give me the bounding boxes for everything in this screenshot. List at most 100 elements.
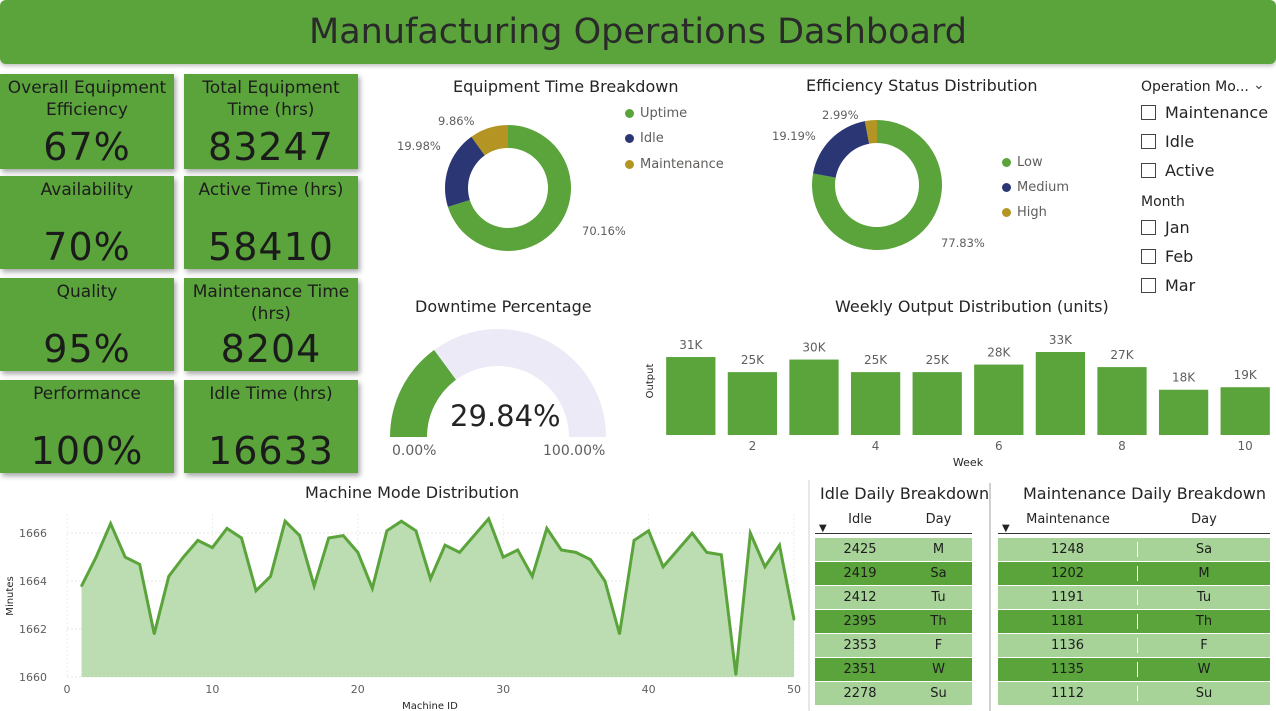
data-point[interactable]: [182, 555, 185, 559]
table-row[interactable]: 2395 Th: [815, 610, 972, 634]
data-point[interactable]: [749, 531, 752, 535]
data-point[interactable]: [676, 548, 679, 552]
data-point[interactable]: [254, 589, 258, 592]
data-point[interactable]: [502, 555, 505, 559]
data-point[interactable]: [574, 551, 578, 554]
data-point[interactable]: [356, 551, 359, 554]
data-point[interactable]: [647, 529, 650, 532]
donut-slice-idle[interactable]: [445, 136, 485, 207]
slicer-option-active[interactable]: Active: [1141, 161, 1215, 180]
checkbox[interactable]: [1141, 105, 1156, 120]
data-point[interactable]: [283, 519, 287, 523]
legend-low[interactable]: Low: [1002, 155, 1043, 170]
table-row[interactable]: 1202 M: [998, 562, 1270, 586]
checkbox[interactable]: [1141, 278, 1156, 293]
data-point[interactable]: [414, 529, 418, 532]
data-point[interactable]: [211, 546, 214, 549]
data-point[interactable]: [269, 575, 272, 578]
bar-week-2[interactable]: [727, 372, 778, 435]
data-point[interactable]: [589, 558, 592, 561]
slicer-option-maintenance[interactable]: Maintenance: [1141, 103, 1268, 122]
chevron-down-icon[interactable]: ⌄: [1253, 77, 1265, 93]
bar-week-4[interactable]: [850, 372, 901, 435]
data-point[interactable]: [400, 519, 403, 523]
bar-week-8[interactable]: [1097, 367, 1147, 435]
bar-week-9[interactable]: [1158, 389, 1209, 435]
data-point[interactable]: [94, 555, 98, 559]
data-point[interactable]: [123, 555, 127, 559]
table-row[interactable]: 1112 Su: [998, 682, 1270, 706]
data-point[interactable]: [720, 553, 723, 556]
checkbox[interactable]: [1141, 134, 1156, 149]
column-header-day[interactable]: Day: [905, 512, 972, 527]
data-point[interactable]: [429, 577, 432, 580]
data-point[interactable]: [560, 548, 563, 552]
data-point[interactable]: [385, 529, 389, 532]
table-row[interactable]: 2351 W: [815, 658, 972, 682]
slicer-option-feb[interactable]: Feb: [1141, 247, 1193, 266]
slicer-option-idle[interactable]: Idle: [1141, 132, 1194, 151]
data-point[interactable]: [109, 522, 112, 525]
slicer-option-mar[interactable]: Mar: [1141, 276, 1195, 295]
data-point[interactable]: [327, 536, 330, 540]
data-point[interactable]: [618, 632, 621, 636]
data-point[interactable]: [531, 575, 534, 578]
data-point[interactable]: [225, 527, 229, 530]
table-row[interactable]: 2412 Tu: [815, 586, 972, 610]
legend-high[interactable]: High: [1002, 205, 1047, 220]
data-point[interactable]: [443, 543, 447, 547]
data-point[interactable]: [472, 534, 476, 537]
data-point[interactable]: [792, 618, 796, 621]
data-point[interactable]: [778, 543, 781, 547]
efficiency-status-donut[interactable]: [797, 107, 957, 267]
machine-mode-chart[interactable]: 1660 1662 1664 1666 0 10 20 30 40 50 Machine ID Min…: [0, 505, 805, 711]
data-point[interactable]: [80, 584, 83, 588]
data-point[interactable]: [603, 579, 607, 583]
data-point[interactable]: [298, 534, 301, 537]
bar-week-10[interactable]: [1220, 387, 1270, 435]
bar-week-7[interactable]: [1035, 352, 1086, 435]
data-point[interactable]: [196, 539, 200, 542]
table-row[interactable]: 1191 Tu: [998, 586, 1270, 610]
checkbox[interactable]: [1141, 249, 1156, 264]
data-point[interactable]: [487, 517, 490, 520]
data-point[interactable]: [516, 548, 519, 552]
column-header-maintenance[interactable]: Maintenance: [998, 512, 1138, 527]
table-row[interactable]: 2278 Su: [815, 682, 972, 706]
donut-slice-medium[interactable]: [813, 121, 870, 178]
data-point[interactable]: [153, 632, 156, 636]
data-point[interactable]: [632, 539, 636, 542]
legend-uptime[interactable]: Uptime: [625, 106, 687, 121]
bar-week-3[interactable]: [789, 359, 839, 435]
table-row[interactable]: 1248 Sa: [998, 538, 1270, 562]
data-point[interactable]: [371, 587, 374, 590]
sort-down-icon[interactable]: ▼: [819, 523, 827, 534]
data-point[interactable]: [138, 563, 141, 566]
legend-medium[interactable]: Medium: [1002, 180, 1069, 195]
data-point[interactable]: [545, 527, 549, 530]
data-point[interactable]: [734, 673, 738, 676]
data-point[interactable]: [342, 534, 345, 537]
checkbox[interactable]: [1141, 220, 1156, 235]
data-point[interactable]: [763, 565, 767, 568]
data-point[interactable]: [167, 575, 170, 578]
weekly-output-chart[interactable]: 31K 25K 30K 25K 25K 28K 33K 27K 18K 19K 2 4 6 8 10 Week…: [640, 325, 1276, 470]
sort-down-icon[interactable]: ▼: [1002, 523, 1010, 534]
data-point[interactable]: [661, 565, 665, 568]
slicer-option-jan[interactable]: Jan: [1141, 218, 1190, 237]
data-point[interactable]: [240, 536, 243, 540]
column-header-idle[interactable]: Idle: [815, 512, 905, 527]
legend-idle[interactable]: Idle: [625, 131, 664, 146]
data-point[interactable]: [705, 551, 708, 554]
data-point[interactable]: [312, 584, 316, 588]
table-row[interactable]: 2419 Sa: [815, 562, 972, 586]
data-point[interactable]: [458, 551, 461, 554]
data-point[interactable]: [691, 531, 694, 535]
table-row[interactable]: 1181 Th: [998, 610, 1270, 634]
bar-week-1[interactable]: [666, 357, 716, 435]
checkbox[interactable]: [1141, 163, 1156, 178]
bar-week-5[interactable]: [912, 372, 962, 435]
equipment-time-donut[interactable]: [430, 110, 590, 270]
table-row[interactable]: 1135 W: [998, 658, 1270, 682]
bar-week-6[interactable]: [974, 364, 1024, 435]
